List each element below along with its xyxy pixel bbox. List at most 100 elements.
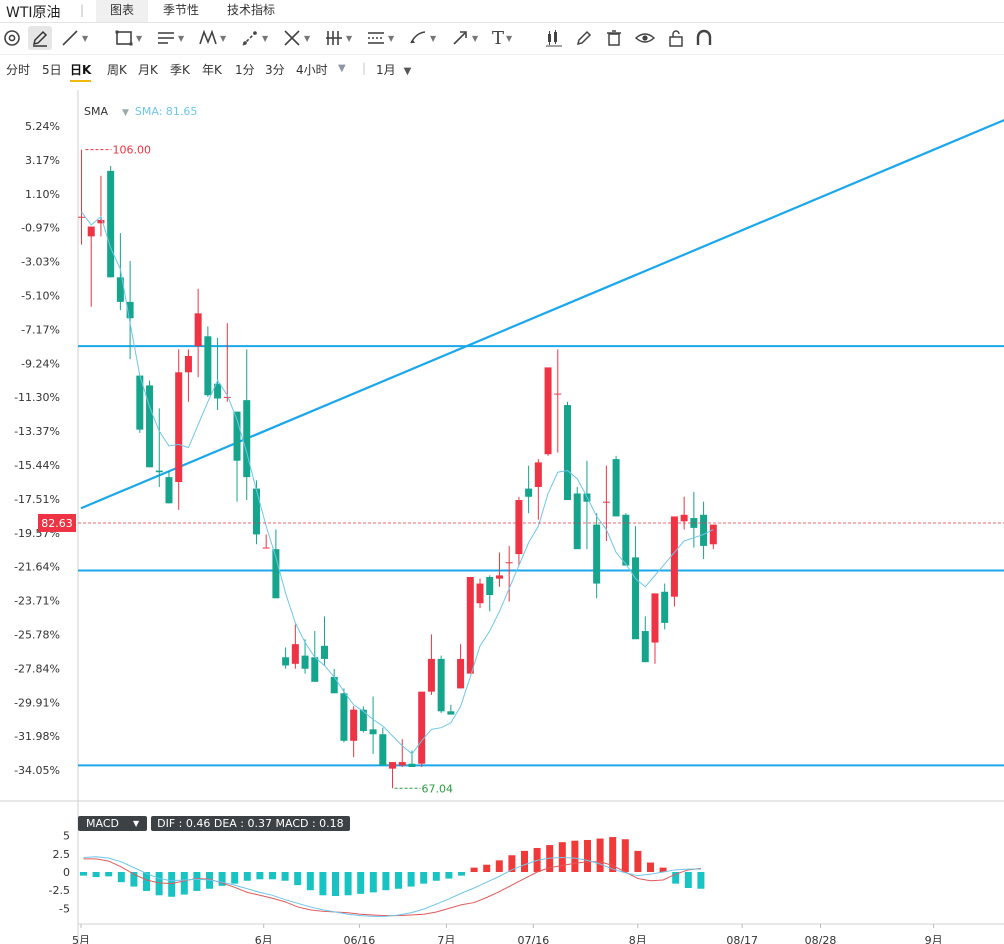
range-select[interactable]: 1月 ▼ — [376, 61, 411, 78]
candle-body[interactable] — [97, 220, 105, 224]
candle-body[interactable] — [564, 405, 571, 501]
period-daily[interactable]: 日K — [70, 61, 92, 82]
candle-body[interactable] — [661, 591, 669, 623]
candle-body[interactable] — [204, 336, 212, 396]
macd-histogram-bar — [231, 872, 239, 884]
candle-body[interactable] — [311, 657, 319, 682]
period-1min[interactable]: 1分 — [235, 61, 255, 78]
candle-body[interactable] — [155, 470, 163, 473]
candle-body[interactable] — [602, 501, 610, 503]
candle-body[interactable] — [243, 400, 251, 478]
diagonal-trendline[interactable] — [80, 117, 1004, 510]
macd-histogram-bar — [281, 872, 289, 881]
candle-body[interactable] — [369, 729, 377, 735]
candle-body[interactable] — [651, 593, 659, 643]
x-tick-label: 06/16 — [344, 934, 376, 944]
more-periods-icon[interactable]: ▼ — [338, 63, 346, 74]
period-minute[interactable]: 分时 — [6, 61, 30, 78]
candle-body[interactable] — [437, 658, 445, 712]
fib-icon[interactable]: ▼ — [240, 26, 268, 50]
candle-body[interactable] — [554, 393, 562, 395]
eye-icon[interactable] — [634, 26, 656, 50]
candle-body[interactable] — [700, 514, 708, 546]
gann-icon[interactable]: ▼ — [324, 26, 352, 50]
edit-icon[interactable] — [574, 26, 594, 50]
candle-body[interactable] — [612, 459, 620, 517]
y-tick-label: -23.71% — [14, 595, 60, 608]
lock-icon[interactable] — [666, 26, 686, 50]
magnet-icon[interactable] — [694, 26, 714, 50]
candle-body[interactable] — [87, 226, 95, 237]
candle-body[interactable] — [525, 488, 533, 497]
candle-body[interactable] — [632, 557, 640, 640]
candle-body[interactable] — [495, 575, 503, 579]
period-weekly[interactable]: 周K — [107, 61, 127, 78]
candle-body[interactable] — [680, 514, 688, 522]
candle-body[interactable] — [408, 763, 416, 767]
candle-body[interactable] — [622, 514, 630, 566]
rectangle-icon[interactable]: ▼ — [114, 26, 142, 50]
tab-seasonality[interactable]: 季节性 — [150, 0, 212, 22]
candle-body[interactable] — [476, 583, 484, 604]
candle-body[interactable] — [486, 577, 494, 596]
candle-body[interactable] — [282, 657, 290, 666]
candle-body[interactable] — [389, 762, 397, 769]
tab-chart[interactable]: 图表 — [96, 0, 148, 22]
candle-body[interactable] — [641, 631, 649, 663]
period-quarterly[interactable]: 季K — [170, 61, 190, 78]
candle-body[interactable] — [457, 658, 465, 689]
candle-body[interactable] — [194, 313, 202, 347]
period-yearly[interactable]: 年K — [202, 61, 222, 78]
candle-body[interactable] — [262, 547, 270, 549]
candle-body[interactable] — [418, 691, 426, 764]
brush-icon[interactable]: ▼ — [408, 26, 436, 50]
trash-icon[interactable] — [604, 26, 624, 50]
candle-body[interactable] — [466, 577, 474, 674]
text-icon[interactable]: T ▼ — [492, 26, 512, 50]
candle-body[interactable] — [330, 676, 338, 694]
candle-body[interactable] — [515, 500, 523, 555]
measure-icon[interactable]: ▼ — [282, 26, 310, 50]
pencil-icon[interactable] — [28, 26, 52, 50]
candle-body[interactable] — [165, 477, 173, 504]
period-5day[interactable]: 5日 — [42, 61, 62, 78]
channel-icon[interactable]: ▼ — [366, 26, 394, 50]
candle-body[interactable] — [670, 516, 678, 597]
candle-body[interactable] — [252, 488, 260, 535]
candle-body[interactable] — [350, 709, 358, 741]
candle-body[interactable] — [291, 644, 299, 664]
tab-technical-indicators[interactable]: 技术指标 — [214, 0, 288, 22]
candle-body[interactable] — [447, 711, 455, 715]
candle-body[interactable] — [223, 396, 231, 398]
candle-type-icon[interactable] — [544, 26, 564, 50]
candle-body[interactable] — [175, 372, 183, 483]
parallel-lines-icon[interactable]: ▼ — [156, 26, 184, 50]
candle-body[interactable] — [544, 367, 552, 455]
pattern-icon[interactable]: ▼ — [198, 26, 226, 50]
candle-body[interactable] — [78, 216, 85, 218]
arrow-icon[interactable]: ▼ — [450, 26, 478, 50]
candle-body[interactable] — [184, 355, 192, 373]
period-monthly[interactable]: 月K — [138, 61, 158, 78]
line-icon[interactable]: ▼ — [60, 26, 88, 50]
candle-body[interactable] — [534, 462, 542, 487]
candle-body[interactable] — [593, 524, 601, 584]
macd-indicator-button[interactable]: MACD ▼ — [78, 815, 148, 831]
candle-body[interactable] — [398, 762, 406, 766]
candle-body[interactable] — [709, 524, 717, 545]
candle-body[interactable] — [505, 562, 513, 564]
sma-toggle-icon[interactable]: ▼ — [122, 108, 129, 118]
candle-body[interactable] — [573, 493, 581, 550]
candle-body[interactable] — [107, 170, 115, 278]
candle-body[interactable] — [340, 693, 348, 741]
period-3min[interactable]: 3分 — [265, 61, 285, 78]
period-4hour[interactable]: 4小时 — [296, 61, 328, 78]
candle-body[interactable] — [427, 658, 435, 692]
macd-caret-icon: ▼ — [132, 818, 140, 828]
candle-body[interactable] — [321, 645, 328, 659]
settings-icon[interactable] — [2, 26, 22, 50]
macd-histogram-bar — [697, 872, 705, 889]
candle-body[interactable] — [379, 734, 387, 766]
min-price-label: 67.04 — [422, 782, 454, 795]
candle-body[interactable] — [301, 655, 309, 669]
